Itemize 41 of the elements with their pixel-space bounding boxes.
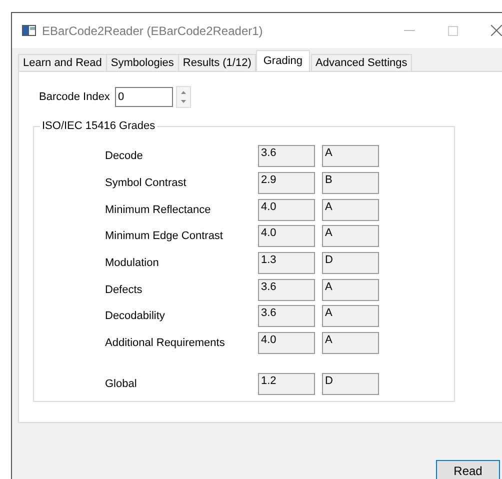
- input-field[interactable]: 0: [114, 87, 173, 107]
- value-box: 2.9: [258, 172, 315, 194]
- window-title: EBarCode2Reader (EBarCode2Reader1): [42, 24, 263, 38]
- tab[interactable]: Advanced Settings: [310, 54, 412, 71]
- field-label: Barcode Index: [39, 91, 110, 103]
- grade-label: Symbol Contrast: [105, 177, 188, 190]
- value-box: 1.3: [258, 252, 315, 274]
- grade-label: Global: [105, 378, 138, 390]
- value-box: 3.6: [258, 278, 315, 301]
- tab[interactable]: Symbologies: [106, 54, 179, 71]
- grade-label: Minimum Reflectance: [105, 204, 212, 216]
- value-box: 4.0: [258, 198, 315, 221]
- grade-label: Additional Requirements: [105, 337, 226, 350]
- grade-label: Minimum Edge Contrast: [105, 230, 224, 242]
- grade-box: A: [322, 305, 379, 328]
- grade-label: Modulation: [105, 257, 160, 270]
- read-button[interactable]: Read: [436, 460, 500, 479]
- group-title: ISO/IEC 15416 Grades: [40, 120, 158, 132]
- value-box: 3.6: [258, 145, 315, 168]
- value-box: 4.0: [258, 225, 315, 248]
- tab[interactable]: Grading: [256, 50, 310, 71]
- grade-box: B: [322, 172, 379, 194]
- grade-box: A: [322, 278, 379, 301]
- grade-label: Decode: [105, 150, 144, 162]
- minimize-icon[interactable]: [404, 30, 415, 32]
- app-icon: [22, 25, 36, 36]
- tab[interactable]: Learn and Read: [18, 54, 107, 71]
- close-icon[interactable]: [491, 25, 502, 36]
- grade-box: A: [322, 145, 379, 168]
- grade-label: Decodability: [105, 310, 166, 322]
- grade-label: Defects: [105, 284, 144, 296]
- spinner-icon[interactable]: [176, 86, 191, 108]
- value-box: 4.0: [258, 332, 315, 354]
- tab[interactable]: Results (1/12): [178, 54, 256, 71]
- value-box: 1.2: [258, 372, 315, 395]
- grade-box: A: [322, 198, 379, 221]
- grade-box: D: [322, 372, 379, 395]
- grade-box: A: [322, 332, 379, 354]
- grade-box: D: [322, 252, 379, 274]
- grade-box: A: [322, 225, 379, 248]
- value-box: 3.6: [258, 305, 315, 328]
